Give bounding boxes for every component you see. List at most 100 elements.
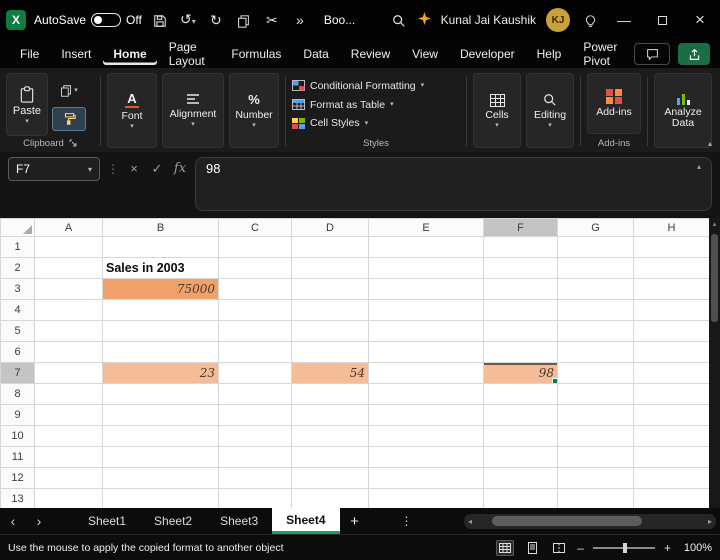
document-title[interactable]: Boo... <box>324 13 355 27</box>
name-box[interactable]: F7 ▾ <box>8 157 100 181</box>
cell-A13[interactable] <box>34 488 103 508</box>
cell-D7[interactable]: 54 <box>291 362 369 384</box>
tab-home[interactable]: Home <box>103 43 156 65</box>
select-all-corner[interactable] <box>0 218 35 237</box>
cell-E9[interactable] <box>368 404 484 426</box>
cell-D11[interactable] <box>291 446 369 468</box>
format-painter-button[interactable] <box>52 106 86 131</box>
normal-view-button[interactable] <box>496 539 515 556</box>
maximize-button[interactable] <box>648 12 676 28</box>
cell-G2[interactable] <box>557 257 634 279</box>
cell-B6[interactable] <box>102 341 219 363</box>
page-break-preview-button[interactable] <box>550 540 568 556</box>
new-sheet-button[interactable]: + <box>340 508 370 534</box>
sheet-tab-sheet4[interactable]: Sheet4 <box>272 508 340 534</box>
row-header-3[interactable]: 3 <box>0 278 35 300</box>
conditional-formatting-button[interactable]: Conditional Formatting ▾ <box>292 80 460 92</box>
cell-C3[interactable] <box>218 278 292 300</box>
cell-F1[interactable] <box>483 236 558 258</box>
column-header-F[interactable]: F <box>483 218 558 237</box>
row-header-10[interactable]: 10 <box>0 425 35 447</box>
zoom-slider[interactable] <box>592 542 655 553</box>
zoom-out-button[interactable]: – <box>577 541 584 555</box>
cell-D9[interactable] <box>291 404 369 426</box>
cell-A5[interactable] <box>34 320 103 342</box>
cell-F8[interactable] <box>483 383 558 405</box>
column-header-E[interactable]: E <box>368 218 484 237</box>
cell-B12[interactable] <box>102 467 219 489</box>
cell-C12[interactable] <box>218 467 292 489</box>
cell-F11[interactable] <box>483 446 558 468</box>
cell-H13[interactable] <box>633 488 710 508</box>
cell-C7[interactable] <box>218 362 292 384</box>
cell-C4[interactable] <box>218 299 292 321</box>
cell-H10[interactable] <box>633 425 710 447</box>
cell-E7[interactable] <box>368 362 484 384</box>
cell-E8[interactable] <box>368 383 484 405</box>
cell-A7[interactable] <box>34 362 103 384</box>
autosave-control[interactable]: AutoSave Off <box>34 13 142 27</box>
clipboard-dialog-launcher-icon[interactable] <box>69 139 77 147</box>
cell-D4[interactable] <box>291 299 369 321</box>
cell-H3[interactable] <box>633 278 710 300</box>
cell-E1[interactable] <box>368 236 484 258</box>
cell-G9[interactable] <box>557 404 634 426</box>
cell-H11[interactable] <box>633 446 710 468</box>
number-group-button[interactable]: % Number ▾ <box>229 73 279 148</box>
cell-H7[interactable] <box>633 362 710 384</box>
lightbulb-icon[interactable] <box>580 10 600 30</box>
formula-input[interactable]: 98 ▴ <box>195 157 712 211</box>
cell-D5[interactable] <box>291 320 369 342</box>
scroll-left-icon[interactable]: ◂ <box>468 517 472 526</box>
cell-H12[interactable] <box>633 467 710 489</box>
cell-C5[interactable] <box>218 320 292 342</box>
row-header-1[interactable]: 1 <box>0 236 35 258</box>
cell-H8[interactable] <box>633 383 710 405</box>
cell-A2[interactable] <box>34 257 103 279</box>
copy-button[interactable]: ▾ <box>52 79 86 103</box>
cell-G5[interactable] <box>557 320 634 342</box>
undo-icon[interactable]: ↺▾ <box>178 9 198 32</box>
cell-C8[interactable] <box>218 383 292 405</box>
cell-C9[interactable] <box>218 404 292 426</box>
cell-A10[interactable] <box>34 425 103 447</box>
cells-group-button[interactable]: Cells ▾ <box>473 73 521 148</box>
cell-F3[interactable] <box>483 278 558 300</box>
cell-F2[interactable] <box>483 257 558 279</box>
cut-icon[interactable]: ✂ <box>262 10 282 30</box>
autosave-toggle[interactable] <box>91 13 122 27</box>
cell-H9[interactable] <box>633 404 710 426</box>
cell-A3[interactable] <box>34 278 103 300</box>
scroll-right-icon[interactable]: ▸ <box>708 517 712 526</box>
cell-H2[interactable] <box>633 257 710 279</box>
scroll-up-icon[interactable]: ▴ <box>709 220 720 228</box>
cell-G1[interactable] <box>557 236 634 258</box>
cell-A12[interactable] <box>34 467 103 489</box>
font-group-button[interactable]: A Font ▾ <box>107 73 157 148</box>
sheet-tab-sheet1[interactable]: Sheet1 <box>74 508 140 534</box>
cell-B9[interactable] <box>102 404 219 426</box>
cell-A6[interactable] <box>34 341 103 363</box>
cell-H4[interactable] <box>633 299 710 321</box>
cell-F4[interactable] <box>483 299 558 321</box>
cell-E5[interactable] <box>368 320 484 342</box>
user-name[interactable]: Kunal Jai Kaushik <box>441 13 536 27</box>
cell-A11[interactable] <box>34 446 103 468</box>
minimize-button[interactable]: — <box>610 12 638 28</box>
cell-B13[interactable] <box>102 488 219 508</box>
redo-icon[interactable]: ↻ <box>206 10 226 30</box>
row-header-12[interactable]: 12 <box>0 467 35 489</box>
cell-A8[interactable] <box>34 383 103 405</box>
prev-sheet-icon[interactable]: ‹ <box>0 508 26 534</box>
column-header-D[interactable]: D <box>291 218 369 237</box>
cell-E13[interactable] <box>368 488 484 508</box>
cell-E10[interactable] <box>368 425 484 447</box>
cell-F7[interactable]: 98 <box>483 362 558 384</box>
cell-D6[interactable] <box>291 341 369 363</box>
page-layout-view-button[interactable] <box>523 540 541 556</box>
cell-C13[interactable] <box>218 488 292 508</box>
cell-H6[interactable] <box>633 341 710 363</box>
column-header-A[interactable]: A <box>34 218 103 237</box>
sheet-options-icon[interactable]: ⋮ <box>394 508 420 534</box>
vertical-scrollbar-thumb[interactable] <box>711 234 718 322</box>
